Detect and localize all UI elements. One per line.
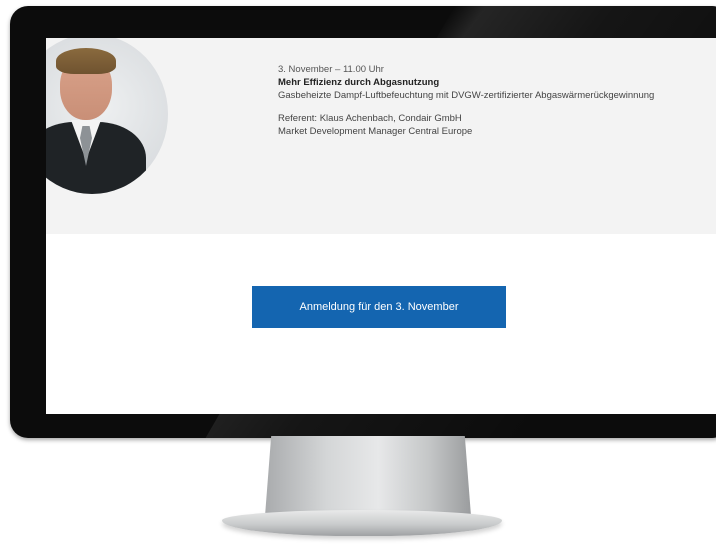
event-spacer bbox=[278, 102, 716, 112]
event-subtitle: Gasbeheizte Dampf-Luftbefeuchtung mit DV… bbox=[278, 90, 655, 101]
register-button[interactable]: Anmeldung für den 3. November bbox=[252, 286, 506, 328]
monitor-scene: 3. November – 11.00 Uhr Mehr Effizienz d… bbox=[0, 0, 716, 546]
monitor-stand-neck bbox=[265, 436, 471, 516]
event-speaker: Referent: Klaus Achenbach, Condair GmbH bbox=[278, 113, 462, 124]
event-panel: 3. November – 11.00 Uhr Mehr Effizienz d… bbox=[46, 38, 716, 234]
speaker-photo bbox=[46, 38, 168, 194]
speaker-hair bbox=[56, 48, 116, 74]
event-date-time: 3. November – 11.00 Uhr bbox=[278, 64, 384, 75]
monitor-stand-base bbox=[222, 510, 502, 536]
event-speaker-role: Market Development Manager Central Europ… bbox=[278, 126, 473, 137]
event-title: Mehr Effizienz durch Abgasnutzung bbox=[278, 77, 440, 88]
monitor-screen: 3. November – 11.00 Uhr Mehr Effizienz d… bbox=[46, 38, 716, 414]
event-details: 3. November – 11.00 Uhr Mehr Effizienz d… bbox=[278, 63, 716, 138]
monitor-bezel: 3. November – 11.00 Uhr Mehr Effizienz d… bbox=[10, 6, 716, 438]
